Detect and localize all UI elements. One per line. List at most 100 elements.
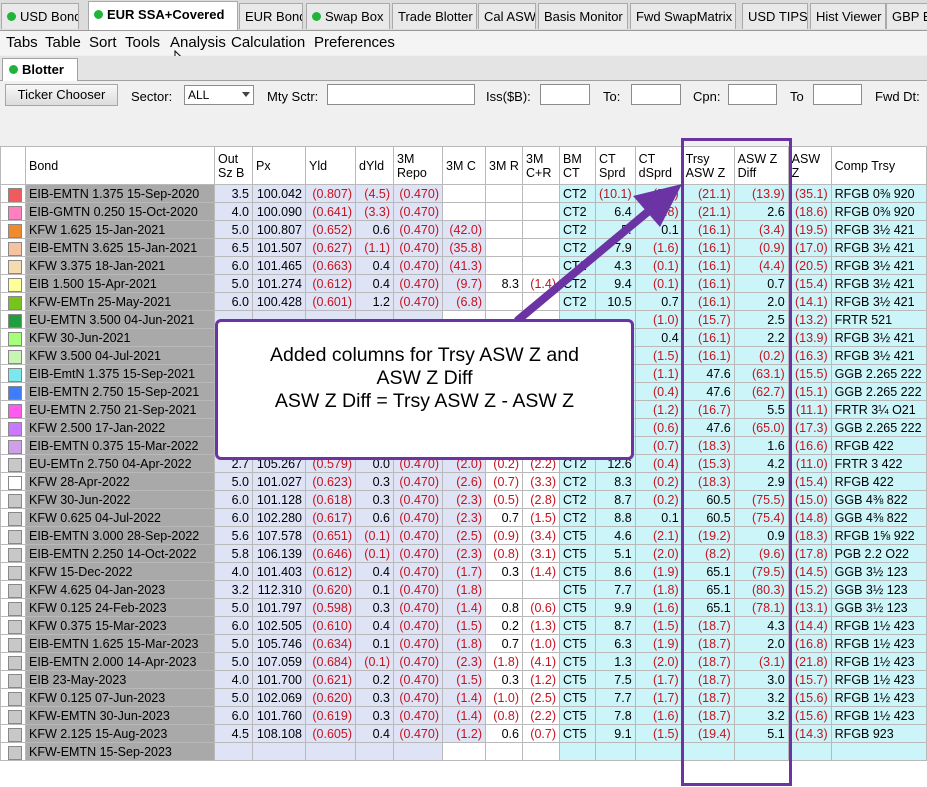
table-cell[interactable]: (0.470): [393, 724, 443, 743]
table-cell[interactable]: 101.027: [252, 472, 306, 491]
tab-trade-blotter[interactable]: Trade Blotter: [392, 3, 477, 29]
table-cell[interactable]: 0.7: [485, 634, 523, 653]
table-cell[interactable]: (0.470): [393, 472, 443, 491]
table-cell[interactable]: (0.2): [733, 346, 789, 365]
menu-tools[interactable]: Tools: [125, 34, 160, 52]
table-cell[interactable]: (16.8): [787, 634, 832, 653]
table-row[interactable]: EIB-EMTN 2.250 14-Oct-2022 5.8 106.139 (0.6…: [0, 544, 927, 563]
table-cell[interactable]: RFGB 3½ 421: [830, 346, 927, 365]
table-cell[interactable]: (0.8): [485, 706, 523, 725]
table-cell[interactable]: FRTR 521: [830, 310, 927, 329]
table-cell[interactable]: 65.1: [681, 580, 735, 599]
table-cell[interactable]: 102.505: [252, 616, 306, 635]
table-cell[interactable]: (14.5): [787, 562, 832, 581]
table-cell[interactable]: 0.4: [355, 724, 394, 743]
table-cell[interactable]: (21.8): [787, 652, 832, 671]
table-cell[interactable]: (42.0): [442, 220, 486, 239]
table-cell[interactable]: 0.8: [485, 598, 523, 617]
table-cell[interactable]: (65.0): [733, 418, 789, 437]
table-cell[interactable]: (2.1): [634, 526, 683, 545]
table-cell[interactable]: 1.2: [355, 292, 394, 311]
table-cell[interactable]: GGB 4⅜ 822: [830, 490, 927, 509]
column-header[interactable]: Out Sz B: [214, 146, 253, 185]
table-cell[interactable]: (1.2): [522, 670, 560, 689]
table-cell[interactable]: (18.7): [681, 706, 735, 725]
table-cell[interactable]: [485, 202, 523, 221]
table-cell[interactable]: 47.6: [681, 382, 735, 401]
table-cell[interactable]: GGB 3½ 123: [830, 562, 927, 581]
mty-sctr-input[interactable]: [327, 84, 475, 105]
table-cell[interactable]: 3.2: [214, 580, 253, 599]
table-cell[interactable]: CT5: [559, 634, 596, 653]
table-cell[interactable]: (1.4): [442, 706, 486, 725]
table-cell[interactable]: 105.746: [252, 634, 306, 653]
tab-basis-monitor[interactable]: Basis Monitor: [538, 3, 628, 29]
table-cell[interactable]: (2.0): [634, 652, 683, 671]
table-cell[interactable]: (17.8): [787, 544, 832, 563]
table-cell[interactable]: (0.610): [305, 616, 356, 635]
table-cell[interactable]: (0.470): [393, 706, 443, 725]
table-cell[interactable]: (18.3): [787, 526, 832, 545]
table-cell[interactable]: (62.7): [733, 382, 789, 401]
table-cell[interactable]: (1.8): [442, 580, 486, 599]
table-cell[interactable]: (6.8): [442, 292, 486, 311]
table-cell[interactable]: (35.1): [787, 184, 832, 203]
table-cell[interactable]: KFW 0.375 15-Mar-2023: [25, 616, 215, 635]
table-cell[interactable]: 7.9: [595, 238, 636, 257]
table-cell[interactable]: RFGB 1½ 423: [830, 670, 927, 689]
table-cell[interactable]: (1.5): [634, 616, 683, 635]
table-cell[interactable]: EIB-EMTN 3.625 15-Jan-2021: [25, 238, 215, 257]
table-cell[interactable]: (16.1): [681, 346, 735, 365]
tab-gbp-bo[interactable]: GBP Bo: [886, 3, 927, 29]
table-cell[interactable]: KFW 30-Jun-2021: [25, 328, 215, 347]
table-cell[interactable]: (0.652): [305, 220, 356, 239]
table-cell[interactable]: 101.403: [252, 562, 306, 581]
table-cell[interactable]: 0.6: [355, 220, 394, 239]
table-cell[interactable]: RFGB 1½ 423: [830, 688, 927, 707]
table-cell[interactable]: 112.310: [252, 580, 306, 599]
table-cell[interactable]: 102.280: [252, 508, 306, 527]
table-cell[interactable]: (1.8): [634, 580, 683, 599]
column-header[interactable]: 3M C: [442, 146, 486, 185]
table-cell[interactable]: (17.0): [787, 238, 832, 257]
menu-calculation[interactable]: Calculation: [231, 34, 305, 52]
table-cell[interactable]: (15.6): [787, 688, 832, 707]
table-cell[interactable]: (0.470): [393, 184, 443, 203]
table-cell[interactable]: 5.1: [595, 544, 636, 563]
table-cell[interactable]: 8.6: [595, 562, 636, 581]
table-cell[interactable]: KFW-EMTN 15-Sep-2023: [25, 742, 215, 761]
table-cell[interactable]: 8.8: [595, 508, 636, 527]
table-cell[interactable]: 2.0: [733, 292, 789, 311]
table-cell[interactable]: RFGB 0⅜ 920: [830, 184, 927, 203]
table-cell[interactable]: (0.612): [305, 562, 356, 581]
tab-usd-bond[interactable]: USD Bond: [1, 3, 79, 29]
table-cell[interactable]: (4.5): [355, 184, 394, 203]
table-cell[interactable]: (1.4): [522, 274, 560, 293]
table-cell[interactable]: (2.3): [442, 490, 486, 509]
table-cell[interactable]: 101.797: [252, 598, 306, 617]
cpn-from-input[interactable]: [728, 84, 777, 105]
table-cell[interactable]: 0.3: [485, 670, 523, 689]
column-header[interactable]: ASW Z: [787, 146, 832, 185]
table-row[interactable]: KFW-EMTn 25-May-2021 6.0 100.428 (0.601) 1.2…: [0, 292, 927, 311]
table-cell[interactable]: (1.0): [634, 310, 683, 329]
table-cell[interactable]: KFW 3.375 18-Jan-2021: [25, 256, 215, 275]
table-cell[interactable]: CT2: [559, 202, 596, 221]
table-cell[interactable]: [485, 238, 523, 257]
table-cell[interactable]: RFGB 3½ 421: [830, 238, 927, 257]
table-cell[interactable]: (0.470): [393, 508, 443, 527]
table-cell[interactable]: 106.139: [252, 544, 306, 563]
table-cell[interactable]: KFW 2.125 15-Aug-2023: [25, 724, 215, 743]
table-cell[interactable]: (15.0): [787, 490, 832, 509]
table-cell[interactable]: 2.0: [733, 634, 789, 653]
table-cell[interactable]: (14.3): [787, 724, 832, 743]
table-row[interactable]: EIB-GMTN 0.250 15-Oct-2020 4.0 100.090 (0.6…: [0, 202, 927, 221]
table-cell[interactable]: (1.1): [355, 238, 394, 257]
table-cell[interactable]: (0.8): [485, 544, 523, 563]
table-cell[interactable]: 5.0: [214, 274, 253, 293]
table-cell[interactable]: (0.4): [634, 382, 683, 401]
table-cell[interactable]: 101.128: [252, 490, 306, 509]
table-cell[interactable]: (0.1): [355, 652, 394, 671]
table-cell[interactable]: (0.470): [393, 616, 443, 635]
table-cell[interactable]: CT2: [559, 184, 596, 203]
